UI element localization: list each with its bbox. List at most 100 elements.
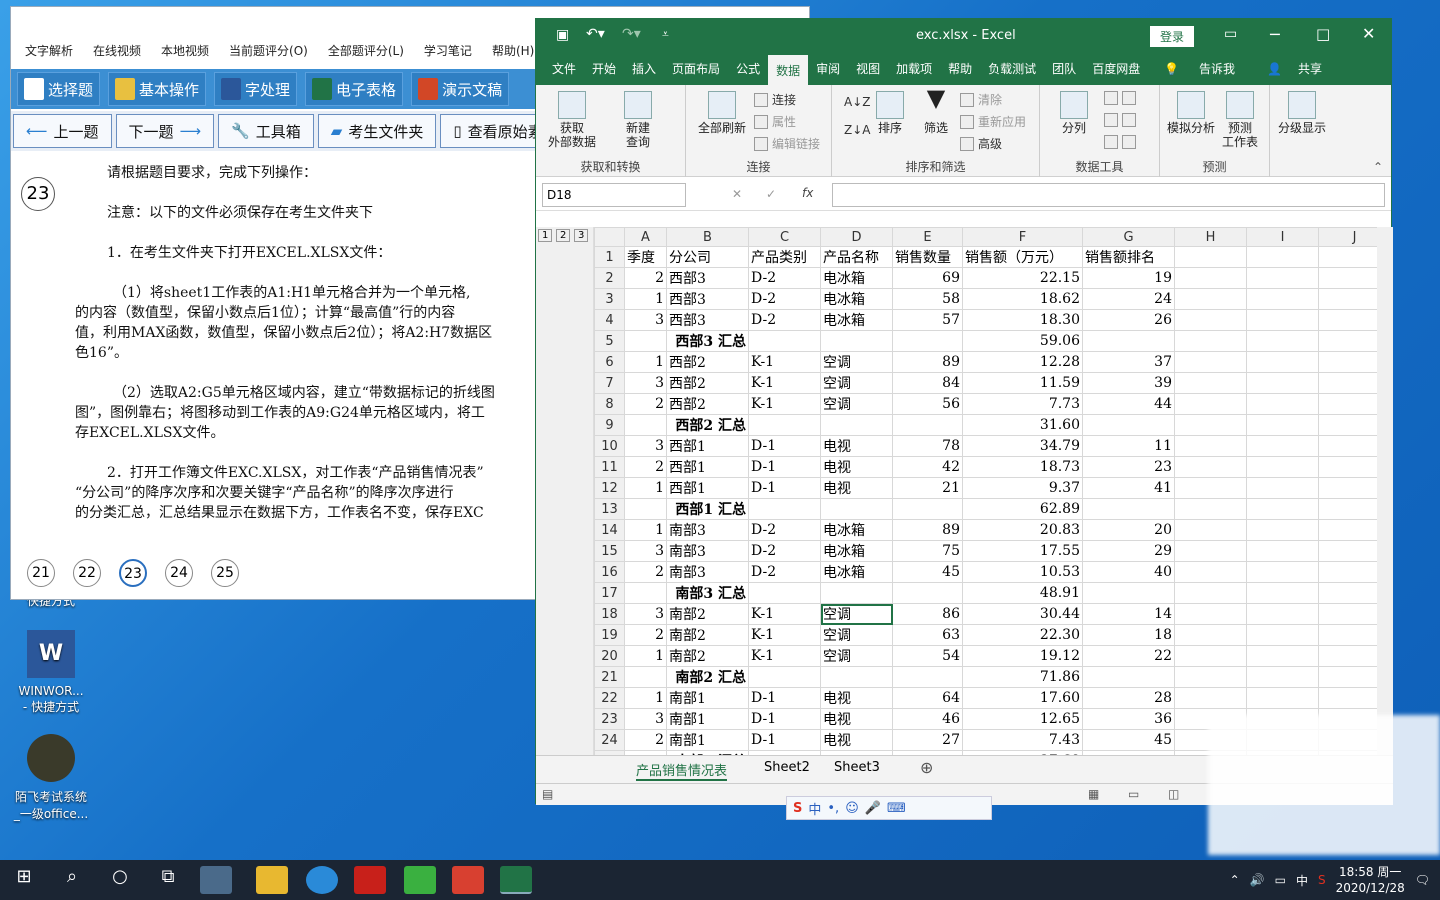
prev-question-button[interactable]: ⟵ 上一题 xyxy=(13,114,112,148)
tab-data[interactable]: 数据 xyxy=(768,53,809,85)
cell[interactable]: 12.28 xyxy=(962,351,1083,373)
cell[interactable] xyxy=(892,414,963,436)
tab-help[interactable]: 帮助 xyxy=(940,53,980,85)
cell[interactable]: 电冰箱 xyxy=(820,540,893,562)
flash-fill-icon[interactable] xyxy=(1104,91,1136,105)
tool-basic-button[interactable]: 基本操作 xyxy=(108,72,207,106)
share-button[interactable]: 👤 共享 xyxy=(1251,53,1338,85)
mic-icon[interactable]: 🎤 xyxy=(865,801,881,816)
cell[interactable] xyxy=(748,330,821,352)
cell[interactable] xyxy=(1246,477,1319,499)
cell[interactable]: 62.89 xyxy=(962,498,1083,520)
cell[interactable]: 84 xyxy=(892,372,963,394)
cell[interactable]: 39 xyxy=(1082,372,1175,394)
cell[interactable]: 48.91 xyxy=(962,582,1083,604)
row-header[interactable]: 2 xyxy=(594,267,625,289)
column-header[interactable]: D xyxy=(820,227,893,247)
c-app-green-icon[interactable] xyxy=(404,866,436,894)
desktop-icon-winword[interactable]: W WINWOR... - 快捷方式 xyxy=(4,630,98,715)
forecast-sheet-button[interactable]: 预测 工作表 xyxy=(1218,91,1262,149)
cell[interactable]: 59.06 xyxy=(962,330,1083,352)
cell[interactable]: 季度 xyxy=(624,246,667,268)
volume-icon[interactable]: 🔊 xyxy=(1250,873,1265,887)
cell[interactable]: 电冰箱 xyxy=(820,267,893,289)
advanced-button[interactable]: 高级 xyxy=(960,135,1002,152)
cell[interactable]: 电视 xyxy=(820,729,893,751)
cell[interactable] xyxy=(624,582,667,604)
cell[interactable]: D-1 xyxy=(748,435,821,457)
cell[interactable] xyxy=(1174,414,1247,436)
menu-item[interactable]: 在线视频 xyxy=(93,42,141,59)
cell[interactable]: 西部1 xyxy=(666,477,749,499)
clock[interactable]: 18:58 周一 2020/12/28 xyxy=(1336,864,1405,896)
cell[interactable]: D-2 xyxy=(748,519,821,541)
network-icon[interactable]: ▭ xyxy=(1275,873,1286,887)
column-header[interactable]: A xyxy=(624,227,667,247)
cell[interactable]: 销售数量 xyxy=(892,246,963,268)
cell[interactable]: 89 xyxy=(892,519,963,541)
select-all-corner[interactable] xyxy=(594,227,625,247)
undo-icon[interactable]: ↶▾ xyxy=(586,26,605,42)
cell[interactable]: K-1 xyxy=(748,372,821,394)
cell[interactable]: K-1 xyxy=(748,603,821,625)
cell[interactable]: 2 xyxy=(624,267,667,289)
cell[interactable] xyxy=(1082,582,1175,604)
cell[interactable]: 36 xyxy=(1082,708,1175,730)
cell[interactable]: 45 xyxy=(1082,729,1175,751)
column-header[interactable]: H xyxy=(1174,227,1247,247)
student-folder-button[interactable]: ▰ 考生文件夹 xyxy=(317,114,437,148)
column-header[interactable]: I xyxy=(1246,227,1319,247)
cell[interactable] xyxy=(1174,288,1247,310)
cell[interactable]: 西部1 xyxy=(666,435,749,457)
new-query-button[interactable]: 新建 查询 xyxy=(612,91,664,149)
row-header[interactable]: 21 xyxy=(594,666,625,688)
cell[interactable]: 南部3 xyxy=(666,561,749,583)
outline-level-2[interactable]: 2 xyxy=(556,229,571,242)
column-header[interactable]: E xyxy=(892,227,963,247)
cell[interactable]: 空调 xyxy=(820,624,893,646)
cell[interactable]: 63 xyxy=(892,624,963,646)
cell[interactable] xyxy=(1174,666,1247,688)
cell[interactable]: 电冰箱 xyxy=(820,288,893,310)
cell[interactable]: 3 xyxy=(624,309,667,331)
cell[interactable]: 17.60 xyxy=(962,687,1083,709)
cell[interactable] xyxy=(748,666,821,688)
connections-button[interactable]: 连接 xyxy=(754,91,796,108)
cell[interactable] xyxy=(892,330,963,352)
tab-insert[interactable]: 插入 xyxy=(624,53,664,85)
column-header[interactable]: C xyxy=(748,227,821,247)
row-header[interactable]: 14 xyxy=(594,519,625,541)
tool-excel-button[interactable]: 电子表格 xyxy=(305,72,404,106)
row-header[interactable]: 10 xyxy=(594,435,625,457)
menu-item[interactable]: 文字解析 xyxy=(25,42,73,59)
cell[interactable] xyxy=(1174,603,1247,625)
cell[interactable]: 西部2 xyxy=(666,351,749,373)
ribbon-display-icon[interactable]: ▭ xyxy=(1224,26,1237,42)
cell[interactable]: D-2 xyxy=(748,561,821,583)
c-app-red-icon[interactable] xyxy=(452,866,484,894)
cell[interactable]: 19 xyxy=(1082,267,1175,289)
add-sheet-icon[interactable]: ⊕ xyxy=(920,758,933,777)
cell[interactable]: D-1 xyxy=(748,456,821,478)
row-header[interactable]: 19 xyxy=(594,624,625,646)
collapse-ribbon-icon[interactable]: ⌃ xyxy=(1373,160,1383,174)
cell[interactable]: 2 xyxy=(624,456,667,478)
refresh-all-button[interactable]: 全部刷新 xyxy=(692,91,752,135)
tab-home[interactable]: 开始 xyxy=(584,53,624,85)
cell[interactable]: 空调 xyxy=(820,603,893,625)
formula-input[interactable] xyxy=(832,183,1385,207)
cell[interactable]: K-1 xyxy=(748,351,821,373)
cell[interactable]: 20.83 xyxy=(962,519,1083,541)
row-header[interactable]: 22 xyxy=(594,687,625,709)
search-icon[interactable]: ⌕ xyxy=(56,866,88,894)
cell[interactable]: 22.30 xyxy=(962,624,1083,646)
cell[interactable]: 18.73 xyxy=(962,456,1083,478)
cell[interactable]: D-2 xyxy=(748,309,821,331)
cell[interactable] xyxy=(820,414,893,436)
cell[interactable] xyxy=(1174,540,1247,562)
n-app-icon[interactable] xyxy=(354,866,386,894)
cell[interactable] xyxy=(1174,372,1247,394)
row-header[interactable]: 5 xyxy=(594,330,625,352)
cell[interactable]: 30.44 xyxy=(962,603,1083,625)
cell[interactable] xyxy=(892,582,963,604)
